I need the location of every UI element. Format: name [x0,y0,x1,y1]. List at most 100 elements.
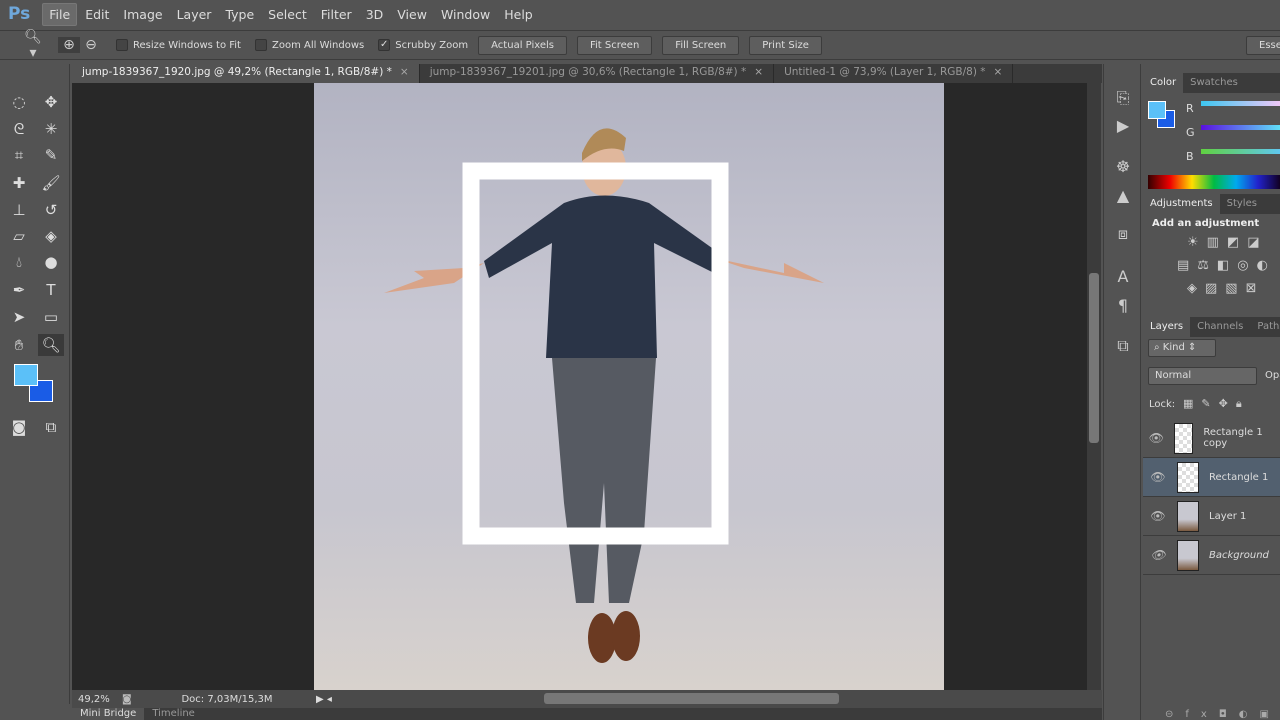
layer-row[interactable]: 👁︎ Background [1143,536,1280,575]
visibility-eye-icon[interactable]: 👁︎ [1143,548,1173,562]
tab-mini-bridge[interactable]: Mini Bridge [72,708,145,720]
tab-timeline[interactable]: Timeline [144,708,203,720]
crop-tool-icon[interactable]: ⌗ [6,144,32,166]
menu-bar: Ps File Edit Image Layer Type Select Fil… [0,0,1280,28]
layer-row[interactable]: 👁︎ Rectangle 1 copy [1143,419,1280,458]
blur-tool-icon[interactable]: 💧︎ [6,251,32,273]
layer-filter-select[interactable]: ⌕ Kind ⇕ [1148,339,1216,357]
document-tab[interactable]: jump-1839367_19201.jpg @ 30,6% (Rectangl… [420,64,775,83]
toolbox: ◌ ✥ ᘓ ✳ ⌗ ✎ ✚ 🖌︎ ⊥ ↺ ▱ ◈ 💧︎ ● ✒ T ➤ ▭ ✋︎… [0,64,70,704]
g-slider[interactable] [1201,125,1280,130]
fit-screen-button[interactable]: Fit Screen [577,35,653,55]
visibility-eye-icon[interactable]: 👁︎ [1143,431,1170,445]
tab-styles[interactable]: Styles [1220,194,1264,214]
menu-edit[interactable]: Edit [79,4,115,25]
zoom-tool-icon[interactable]: 🔍︎ [38,334,64,356]
tab-swatches[interactable]: Swatches [1183,73,1245,93]
brush-tool-icon[interactable]: 🖌︎ [38,172,64,194]
menu-select[interactable]: Select [262,4,313,25]
eraser-icon[interactable]: ▱ [6,225,32,247]
tab-layers[interactable]: Layers [1143,317,1191,337]
visibility-eye-icon[interactable]: 👁︎ [1143,509,1173,523]
zoom-tool-preset-icon[interactable]: 🔍︎▾ [22,29,44,61]
scrollbar-thumb[interactable] [1089,273,1099,443]
tab-color[interactable]: Color [1143,73,1184,93]
marquee-tool-icon[interactable]: ◌ [6,91,32,113]
menu-image[interactable]: Image [117,4,168,25]
paragraph-icon[interactable]: ¶ [1112,296,1134,315]
tab-paths[interactable]: Paths [1250,317,1280,337]
pen-tool-icon[interactable]: ✒ [6,279,32,301]
b-slider[interactable] [1201,149,1280,154]
adjustment-icons-row[interactable]: ▤⚖◧◎◐ [1143,250,1280,273]
close-tab-icon[interactable]: × [400,66,409,78]
visibility-eye-icon[interactable]: 👁︎ [1143,470,1173,484]
histogram-icon[interactable]: ▲ [1112,186,1134,205]
menu-3d[interactable]: 3D [360,4,390,25]
layer-row[interactable]: 👁︎ Layer 1 [1143,497,1280,536]
paragraph-styles-icon[interactable]: ⧉ [1112,336,1134,356]
move-tool-icon[interactable]: ✥ [38,91,64,113]
navigator-icon[interactable]: ☸ [1112,157,1134,176]
print-size-button[interactable]: Print Size [749,35,822,55]
quick-mask-icon[interactable]: ◙ [6,416,32,438]
eyedropper-icon[interactable]: ✎ [38,144,64,166]
document-image[interactable] [314,83,944,690]
zoom-level[interactable]: 49,2% [72,694,122,705]
clone-stamp-icon[interactable]: ⊥ [6,199,32,221]
menu-window[interactable]: Window [435,4,496,25]
menu-type[interactable]: Type [219,4,260,25]
layer-thumbnail [1177,461,1199,493]
foreground-color-swatch[interactable] [14,364,38,386]
zoom-in-icon[interactable]: ⊕ [58,37,80,53]
fill-screen-button[interactable]: Fill Screen [662,35,740,55]
path-selection-icon[interactable]: ➤ [6,306,32,328]
dodge-tool-icon[interactable]: ● [38,251,64,273]
rectangle-tool-icon[interactable]: ▭ [38,306,64,328]
paint-bucket-icon[interactable]: ◈ [38,225,64,247]
menu-filter[interactable]: Filter [315,4,358,25]
status-menu-icon[interactable]: ◙ [122,694,142,705]
panel-icon-strip: ⎘ ▶ ☸ ▲ ⧈ A ¶ ⧉ [1103,64,1141,720]
history-brush-icon[interactable]: ↺ [38,199,64,221]
horizontal-scrollbar-thumb[interactable] [544,693,839,704]
history-icon[interactable]: ⎘ [1112,88,1134,108]
resize-windows-checkbox[interactable]: Resize Windows to Fit [116,39,241,51]
layers-footer-icons[interactable]: ⊝fx◘◐▣ [1143,709,1280,720]
tab-channels[interactable]: Channels [1190,317,1250,337]
menu-layer[interactable]: Layer [171,4,218,25]
layer-row[interactable]: 👁︎ Rectangle 1 [1143,458,1280,497]
close-tab-icon[interactable]: × [994,66,1003,78]
magic-wand-icon[interactable]: ✳ [38,118,64,140]
properties-icon[interactable]: ⧈ [1112,224,1134,244]
status-expand-icon[interactable]: ▶ ◂ [316,694,332,705]
menu-file[interactable]: File [42,2,78,26]
workspace-button[interactable]: Essentials [1246,35,1280,55]
document-tab[interactable]: jump-1839367_1920.jpg @ 49,2% (Rectangle… [72,64,420,83]
r-slider[interactable] [1201,101,1280,106]
close-tab-icon[interactable]: × [754,66,763,78]
screen-mode-icon[interactable]: ⧉ [38,416,64,438]
actions-play-icon[interactable]: ▶ [1112,116,1134,135]
zoom-out-icon[interactable]: ⊖ [80,37,102,53]
lasso-tool-icon[interactable]: ᘓ [6,118,32,140]
color-foreground-swatch[interactable] [1148,101,1166,119]
adjustment-icons-row[interactable]: ◈▨▧⊠ [1143,273,1280,296]
character-icon[interactable]: A [1112,267,1134,286]
lock-icons[interactable]: ▦✎✥🔒︎ [1183,397,1250,411]
zoom-all-windows-checkbox[interactable]: Zoom All Windows [254,39,364,51]
document-tab[interactable]: Untitled-1 @ 73,9% (Layer 1, RGB/8) * × [774,64,1014,83]
vertical-scrollbar[interactable] [1087,83,1101,690]
adjustment-icons-row[interactable]: ☀▥◩◪ [1143,233,1280,250]
menu-help[interactable]: Help [498,4,539,25]
scrubby-zoom-checkbox[interactable]: ✓ Scrubby Zoom [378,39,468,51]
blend-mode-select[interactable]: Normal [1148,367,1257,385]
type-tool-icon[interactable]: T [38,279,64,301]
healing-brush-icon[interactable]: ✚ [6,172,32,194]
tab-adjustments[interactable]: Adjustments [1143,194,1220,214]
canvas-area[interactable] [72,83,1087,690]
menu-view[interactable]: View [391,4,433,25]
color-spectrum[interactable] [1148,175,1280,189]
actual-pixels-button[interactable]: Actual Pixels [478,35,567,55]
hand-tool-icon[interactable]: ✋︎ [6,334,32,356]
